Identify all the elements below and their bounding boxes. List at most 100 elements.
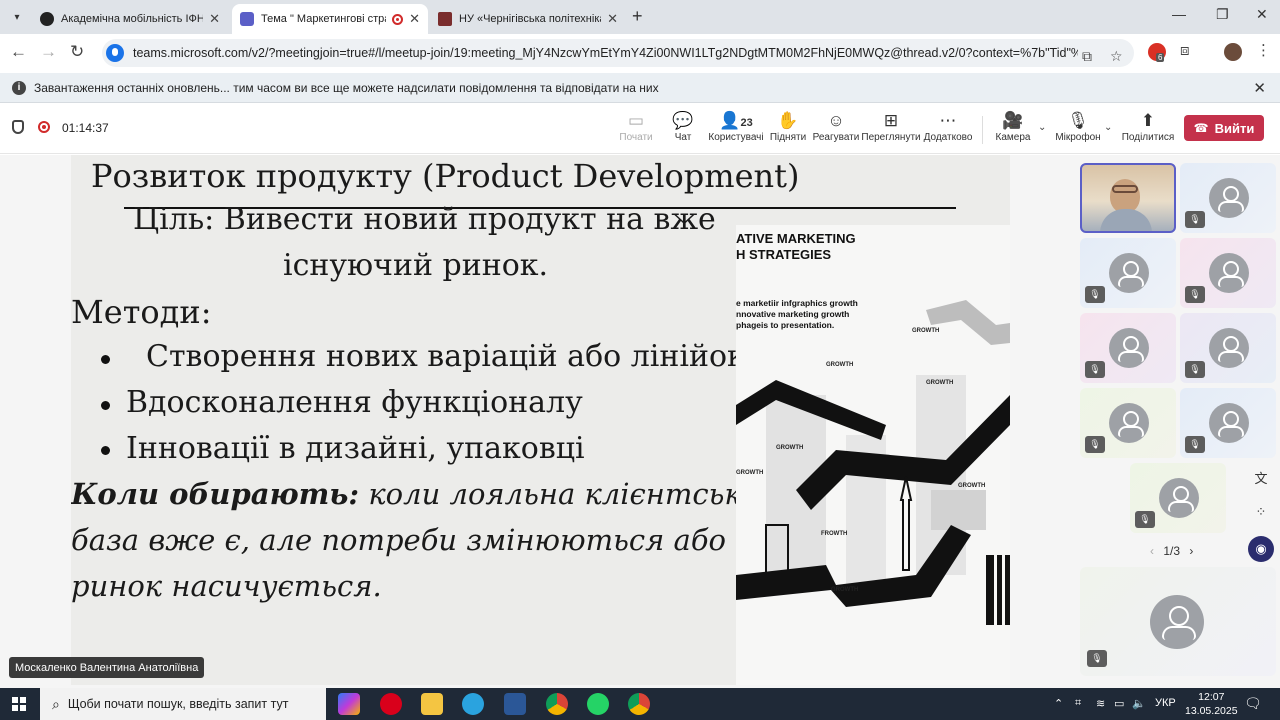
- gallery-pager: ‹ 1/3 ›: [1150, 544, 1193, 558]
- address-bar[interactable]: teams.microsoft.com/v2/?meetingjoin=true…: [102, 39, 1134, 67]
- slide-when-line-3: ринок насичується.: [71, 569, 382, 603]
- leave-meeting-button[interactable]: ☎ Вийти: [1184, 115, 1264, 141]
- infographic-label: GROWTH: [831, 587, 859, 593]
- camera-options-chevron-icon[interactable]: ⌄: [1038, 122, 1046, 133]
- whatsapp-icon[interactable]: [587, 693, 609, 715]
- bookmark-star-icon[interactable]: ☆: [1110, 48, 1123, 65]
- back-arrow-icon[interactable]: ←: [10, 42, 27, 62]
- opera-icon[interactable]: [380, 693, 402, 715]
- microphone-off-icon: 🎙: [1067, 111, 1089, 130]
- browser-tab-strip: ▾ Академічна мобільність ІФНТУ ✕ Тема " …: [0, 0, 1280, 34]
- people-button[interactable]: 👤23 Користувачі: [706, 110, 766, 150]
- pager-next-icon[interactable]: ›: [1189, 544, 1193, 558]
- extension-icon[interactable]: 6: [1148, 43, 1166, 62]
- avatar: [1109, 253, 1149, 293]
- microphone-muted-icon: 🎙: [1085, 361, 1105, 378]
- microphone-site-icon[interactable]: [106, 44, 124, 62]
- microphone-muted-icon: 🎙: [1185, 211, 1205, 228]
- translate-icon[interactable]: 文: [1248, 464, 1274, 490]
- network-icon[interactable]: ⌗: [1075, 697, 1081, 710]
- infographic-label: GROWTH: [926, 380, 954, 386]
- new-tab-button[interactable]: +: [632, 6, 643, 27]
- infographic-label: GROWTH: [776, 445, 804, 451]
- clock-date: 13.05.2025: [1185, 705, 1238, 717]
- slide-when-text: коли лояльна клієнтська: [368, 477, 760, 511]
- growth-path-graphic: [736, 300, 1010, 625]
- tab-search-chevron-icon[interactable]: ▾: [6, 6, 28, 28]
- microphone-options-chevron-icon[interactable]: ⌄: [1104, 122, 1112, 133]
- tab-close-icon[interactable]: ✕: [409, 11, 420, 27]
- language-indicator[interactable]: УКР: [1155, 697, 1176, 709]
- camera-button[interactable]: 🎥 Камера: [983, 110, 1043, 150]
- copilot-app-icon[interactable]: [338, 693, 360, 715]
- infographic-label: GROWTH: [958, 483, 986, 489]
- chat-button[interactable]: 💬 Чат: [653, 110, 713, 150]
- forward-arrow-icon[interactable]: →: [40, 42, 57, 62]
- participant-tile[interactable]: 🎙: [1180, 388, 1276, 458]
- participant-tile[interactable]: 🎙: [1180, 163, 1276, 233]
- avatar: [1150, 595, 1204, 649]
- infographic-label: GROWTH: [912, 328, 940, 334]
- windows-taskbar: ⌕ Щоби почати пошук, введіть запит тут ⌃…: [0, 688, 1280, 720]
- apps-icon[interactable]: ⁘: [1248, 499, 1274, 525]
- university-icon: [438, 12, 452, 26]
- update-info-bar: i Завантаження останніх оновлень... тим …: [0, 73, 1280, 103]
- tab-chernihiv-polytechnic[interactable]: НУ «Чернігівська політехніка» ✕: [430, 4, 626, 34]
- participant-tile[interactable]: 🎙: [1080, 388, 1176, 458]
- chrome-icon[interactable]: [546, 693, 568, 715]
- microphone-button[interactable]: 🎙 Мікрофон: [1048, 110, 1108, 150]
- windows-start-icon[interactable]: [12, 697, 26, 711]
- share-screen-icon: ▭: [627, 111, 645, 130]
- file-explorer-icon[interactable]: [421, 693, 443, 715]
- infographic-label: GROWTH: [736, 470, 764, 476]
- pager-prev-icon[interactable]: ‹: [1150, 544, 1154, 558]
- slide-goal-line-2: існуючий ринок.: [283, 248, 549, 283]
- shield-icon[interactable]: [12, 120, 24, 134]
- participant-tile-large[interactable]: 🎙: [1080, 567, 1276, 676]
- minimize-icon[interactable]: —: [1172, 6, 1186, 22]
- volume-icon[interactable]: 🔈: [1132, 697, 1146, 710]
- copilot-icon[interactable]: ◉: [1248, 536, 1274, 562]
- participant-tile[interactable]: 🎙: [1080, 313, 1176, 383]
- microphone-muted-icon: 🎙: [1085, 286, 1105, 303]
- tab-teams-meeting[interactable]: Тема " Маркетингові страт ✕: [232, 4, 428, 34]
- word-icon[interactable]: [504, 693, 526, 715]
- taskbar-clock[interactable]: 12:07 13.05.2025: [1185, 690, 1238, 718]
- install-app-icon[interactable]: ⧉: [1082, 48, 1092, 65]
- avatar: [1159, 478, 1199, 518]
- tray-overflow-icon[interactable]: ⌃: [1054, 697, 1063, 710]
- notifications-icon[interactable]: 🗨: [1244, 695, 1262, 712]
- taskbar-search[interactable]: ⌕ Щоби почати пошук, введіть запит тут: [40, 688, 326, 720]
- tab-close-icon[interactable]: ✕: [209, 11, 220, 27]
- participant-tile[interactable]: 🎙: [1080, 238, 1176, 308]
- url-text[interactable]: teams.microsoft.com/v2/?meetingjoin=true…: [133, 46, 1078, 60]
- infobar-close-icon[interactable]: ✕: [1253, 79, 1266, 97]
- reload-icon[interactable]: ↻: [70, 42, 84, 62]
- participant-tile-self-video[interactable]: [1080, 163, 1176, 233]
- building-stripe-gap: [994, 555, 997, 625]
- participant-shoulders: [1100, 209, 1152, 231]
- participant-tile[interactable]: 🎙: [1180, 238, 1276, 308]
- telegram-icon[interactable]: [462, 693, 484, 715]
- tab-close-icon[interactable]: ✕: [607, 11, 618, 27]
- participant-tile[interactable]: 🎙: [1180, 313, 1276, 383]
- chat-bubble-icon: 💬: [672, 111, 694, 130]
- battery-icon[interactable]: ▭: [1114, 697, 1124, 710]
- slide-methods-heading: Методи:: [71, 293, 212, 331]
- window-close-icon[interactable]: ✕: [1256, 6, 1268, 23]
- react-button[interactable]: ☺ Реагувати: [806, 110, 866, 150]
- arrow-path: [926, 300, 1010, 345]
- participant-tile[interactable]: 🎙: [1130, 463, 1226, 533]
- wifi-icon[interactable]: ≋: [1096, 697, 1105, 710]
- shared-presentation-slide: Розвиток продукту (Product Development) …: [71, 155, 1010, 685]
- browser-menu-icon[interactable]: ⋮: [1256, 41, 1271, 59]
- extensions-puzzle-icon[interactable]: ⧈: [1180, 42, 1190, 59]
- pager-text: 1/3: [1163, 544, 1181, 558]
- chrome-icon[interactable]: [628, 693, 650, 715]
- tab-academic-mobility[interactable]: Академічна мобільність ІФНТУ ✕: [32, 4, 228, 34]
- share-content-button[interactable]: ⬆ Поділитися: [1118, 110, 1178, 150]
- profile-avatar[interactable]: [1224, 43, 1242, 61]
- maximize-icon[interactable]: ❐: [1216, 6, 1229, 23]
- more-button[interactable]: ⋯ Додатково: [918, 110, 978, 150]
- view-button[interactable]: ⊞ Переглянути: [861, 110, 921, 150]
